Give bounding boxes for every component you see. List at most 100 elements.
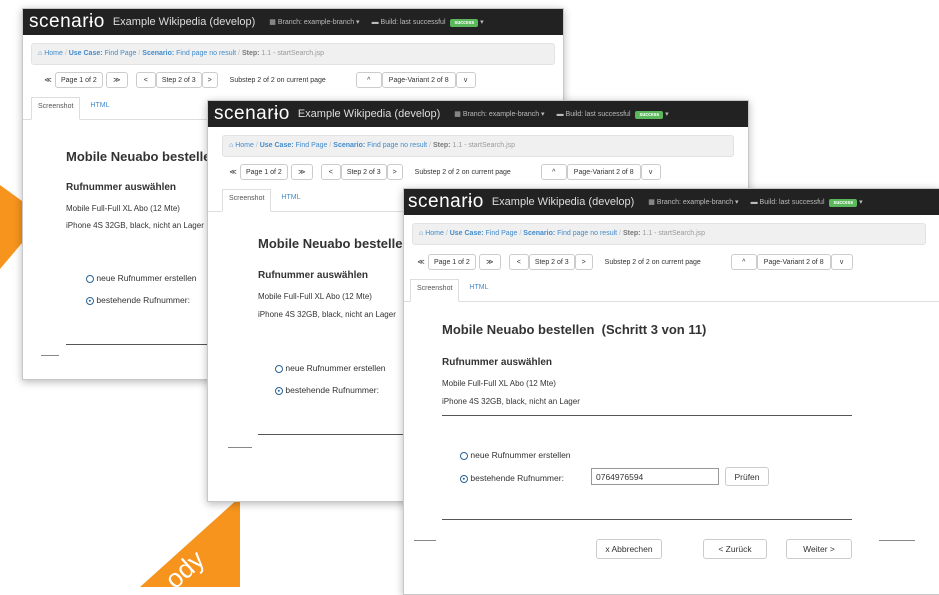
- variant-indicator: Page-Variant 2 of 8: [756, 254, 831, 270]
- first-page-button[interactable]: ≪: [41, 72, 55, 88]
- radio-existing-number[interactable]: bestehende Rufnummer:: [460, 473, 564, 483]
- scenario-link[interactable]: Find page no result: [176, 50, 236, 57]
- top-navbar: scenarɨo Example Wikipedia (develop) ▦ B…: [23, 9, 563, 35]
- tab-screenshot[interactable]: Screenshot: [31, 97, 81, 120]
- variant-indicator: Page-Variant 2 of 8: [381, 72, 456, 88]
- home-link[interactable]: ⌂ Home: [229, 142, 254, 149]
- folder-icon: ▬: [371, 19, 381, 26]
- next-button[interactable]: Weiter >: [786, 539, 852, 559]
- step-navigation: ≪ Page 1 of 2 ≫ < Step 2 of 3 > Substep …: [226, 163, 748, 181]
- branch-icon: ▦: [454, 111, 463, 118]
- tab-html[interactable]: HTML: [459, 279, 498, 301]
- next-step-button[interactable]: >: [201, 72, 218, 88]
- phone-number-input[interactable]: 0764976594: [591, 468, 719, 485]
- tab-screenshot[interactable]: Screenshot: [410, 279, 460, 302]
- page-heading: Mobile Neuabo bestellen: [258, 236, 411, 251]
- variant-down-button[interactable]: v: [830, 254, 853, 270]
- product-line-1: Mobile Full-Full XL Abo (12 Mte): [66, 204, 180, 213]
- app-title: Example Wikipedia (develop): [297, 108, 441, 120]
- branch-dropdown[interactable]: ▦ Branch: example-branch ▾: [648, 198, 738, 206]
- variant-up-button[interactable]: ^: [540, 164, 567, 180]
- back-button[interactable]: < Zurück: [703, 539, 767, 559]
- substep-text: Substep 2 of 2 on current page: [414, 168, 511, 176]
- step-navigation: ≪ Page 1 of 2 ≫ < Step 2 of 3 > Substep …: [41, 71, 563, 89]
- section-heading: Rufnummer auswählen: [442, 357, 553, 368]
- step-indicator: Step 2 of 3: [340, 164, 387, 180]
- next-step-button[interactable]: >: [386, 164, 403, 180]
- next-step-button[interactable]: >: [574, 254, 593, 270]
- substep-text: Substep 2 of 2 on current page: [604, 258, 701, 266]
- next-page-button[interactable]: ≫: [105, 72, 128, 88]
- step-indicator: Step 2 of 3: [155, 72, 202, 88]
- home-link[interactable]: ⌂ Home: [38, 50, 63, 57]
- tab-html[interactable]: HTML: [271, 189, 310, 211]
- variant-up-button[interactable]: ^: [730, 254, 757, 270]
- build-status-badge: success: [450, 19, 479, 27]
- content-tabs: Screenshot HTML: [404, 279, 939, 302]
- scenario-logo: scenarɨo: [214, 103, 290, 124]
- build-dropdown[interactable]: ▬ Build: last successful success ▾: [556, 110, 669, 119]
- radio-new-number[interactable]: neue Rufnummer erstellen: [275, 363, 386, 373]
- radio-existing-number[interactable]: bestehende Rufnummer:: [86, 295, 190, 305]
- page-indicator: Page 1 of 2: [55, 72, 103, 88]
- app-title: Example Wikipedia (develop): [112, 16, 256, 28]
- build-status-badge: success: [829, 199, 858, 207]
- scenario-logo: scenarɨo: [29, 11, 105, 32]
- home-link[interactable]: ⌂ Home: [419, 230, 444, 237]
- divider-top: [442, 415, 852, 416]
- next-page-button[interactable]: ≫: [290, 164, 313, 180]
- breadcrumb: ⌂ Home / Use Case: Find Page / Scenario:…: [31, 43, 555, 65]
- check-button[interactable]: Prüfen: [725, 467, 769, 486]
- radio-new-icon[interactable]: [275, 364, 283, 373]
- scenario-link[interactable]: Find page no result: [367, 142, 427, 149]
- divider-bottom: [442, 519, 852, 520]
- radio-existing-number[interactable]: bestehende Rufnummer:: [275, 385, 379, 395]
- radio-new-icon[interactable]: [86, 274, 94, 283]
- variant-up-button[interactable]: ^: [355, 72, 382, 88]
- build-dropdown[interactable]: ▬ Build: last successful success ▾: [750, 198, 863, 207]
- prev-step-button[interactable]: <: [320, 164, 341, 180]
- cancel-button[interactable]: x Abbrechen: [596, 539, 662, 559]
- radio-new-icon[interactable]: [460, 451, 468, 460]
- product-line-2: iPhone 4S 32GB, black, nicht an Lager: [258, 310, 396, 319]
- branch-dropdown[interactable]: ▦ Branch: example-branch ▾: [269, 18, 359, 26]
- first-page-button[interactable]: ≪: [414, 254, 428, 270]
- use-case-link[interactable]: Find Page: [296, 142, 328, 149]
- first-page-button[interactable]: ≪: [226, 164, 240, 180]
- product-line-2: iPhone 4S 32GB, black, nicht an Lager: [442, 397, 580, 406]
- folder-icon: ▬: [750, 199, 760, 206]
- radio-existing-icon[interactable]: [86, 296, 94, 305]
- use-case-link[interactable]: Find Page: [105, 50, 137, 57]
- variant-down-button[interactable]: v: [640, 164, 661, 180]
- use-case-link[interactable]: Find Page: [486, 230, 518, 237]
- branch-icon: ▦: [269, 19, 278, 26]
- scenario-link[interactable]: Find page no result: [557, 230, 617, 237]
- build-dropdown[interactable]: ▬ Build: last successful success ▾: [371, 18, 484, 27]
- section-heading: Rufnummer auswählen: [258, 270, 369, 281]
- screenshot-card-3: scenarɨo Example Wikipedia (develop) ▦ B…: [403, 188, 939, 595]
- radio-new-number[interactable]: neue Rufnummer erstellen: [86, 273, 197, 283]
- page-indicator: Page 1 of 2: [240, 164, 288, 180]
- page-indicator: Page 1 of 2: [428, 254, 476, 270]
- breadcrumb: ⌂ Home / Use Case: Find Page / Scenario:…: [412, 223, 926, 245]
- folder-icon: ▬: [556, 111, 566, 118]
- app-title: Example Wikipedia (develop): [491, 196, 635, 208]
- product-line-1: Mobile Full-Full XL Abo (12 Mte): [442, 379, 556, 388]
- section-heading: Rufnummer auswählen: [66, 182, 177, 193]
- step-indicator: Step 2 of 3: [528, 254, 575, 270]
- radio-existing-icon[interactable]: [275, 386, 283, 395]
- radio-existing-icon[interactable]: [460, 474, 468, 483]
- variant-down-button[interactable]: v: [455, 72, 476, 88]
- tab-html[interactable]: HTML: [80, 97, 119, 119]
- radio-new-number[interactable]: neue Rufnummer erstellen: [460, 450, 571, 460]
- next-page-button[interactable]: ≫: [478, 254, 501, 270]
- prev-step-button[interactable]: <: [135, 72, 156, 88]
- substep-text: Substep 2 of 2 on current page: [229, 76, 326, 84]
- prev-step-button[interactable]: <: [508, 254, 529, 270]
- divider-short-right: [879, 540, 915, 541]
- top-navbar: scenarɨo Example Wikipedia (develop) ▦ B…: [208, 101, 748, 127]
- branch-dropdown[interactable]: ▦ Branch: example-branch ▾: [454, 110, 544, 118]
- scenario-logo: scenarɨo: [408, 191, 484, 212]
- tab-screenshot[interactable]: Screenshot: [222, 189, 272, 212]
- breadcrumb: ⌂ Home / Use Case: Find Page / Scenario:…: [222, 135, 734, 157]
